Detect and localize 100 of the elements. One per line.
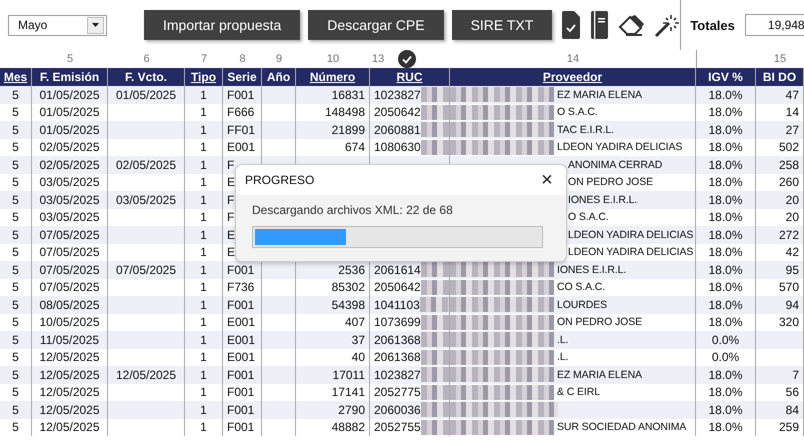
column-number: 7 <box>200 53 208 65</box>
issue-date-cell: 02/05/2025 <box>32 156 108 174</box>
series-cell: F001 <box>223 418 262 436</box>
month-cell: 5 <box>0 121 32 138</box>
base-amount-cell: 27 <box>756 121 804 138</box>
month-select[interactable]: Mayo <box>8 14 107 36</box>
type-cell: 1 <box>185 418 223 436</box>
supplier-cell: LDEON YADIRA DELICIAS <box>568 246 694 258</box>
supplier-cell: .L. <box>557 334 568 346</box>
base-amount-cell: 95 <box>756 261 804 278</box>
month-cell: 5 <box>0 86 32 104</box>
number-cell: 48882 <box>296 418 370 436</box>
igv-cell: 18.0% <box>696 156 756 174</box>
issue-date-cell: 07/05/2025 <box>32 226 108 244</box>
due-date-cell: 01/05/2025 <box>108 86 185 104</box>
column-number: 10 <box>326 53 340 65</box>
base-amount-cell: 94 <box>756 296 804 314</box>
number-cell: 37 <box>296 331 370 348</box>
due-date-cell: 07/05/2025 <box>108 261 185 278</box>
toolbar-button[interactable]: SIRE TXT <box>452 10 552 40</box>
supplier-cell: .L. <box>557 351 568 364</box>
issue-date-cell: 03/05/2025 <box>32 191 108 208</box>
ruc-cell: 2052775 <box>374 385 421 400</box>
close-button[interactable]: × <box>528 165 566 195</box>
toolbar-button[interactable]: Importar propuesta <box>144 10 300 40</box>
igv-cell: 18.0% <box>696 418 756 436</box>
number-cell: 16831 <box>296 86 370 104</box>
issue-date-cell: 12/05/2025 <box>32 418 108 436</box>
series-cell: F001 <box>223 401 262 418</box>
igv-cell: 18.0% <box>696 226 756 244</box>
number-cell: 2790 <box>296 401 370 418</box>
base-amount-cell: 84 <box>756 401 804 418</box>
number-cell: 54398 <box>296 296 370 314</box>
due-date-cell: 03/05/2025 <box>108 191 185 208</box>
igv-cell: 18.0% <box>696 401 756 418</box>
month-cell: 5 <box>0 401 32 418</box>
due-date-cell: 12/05/2025 <box>108 366 185 384</box>
type-cell: 1 <box>185 331 223 348</box>
igv-cell: 18.0% <box>696 261 756 278</box>
issue-date-cell: 01/05/2025 <box>32 86 108 104</box>
column-number: 14 <box>566 53 580 65</box>
toolbar-button[interactable]: Descargar CPE <box>308 10 444 40</box>
issue-date-cell: 11/05/2025 <box>32 331 108 348</box>
ruc-cell: 2061614 <box>374 262 421 277</box>
type-cell: 1 <box>185 156 223 174</box>
supplier-cell: ON PEDRO JOSE <box>557 316 642 328</box>
ruc-cell: 1073699 <box>374 315 421 330</box>
ruc-cell: 2052755 <box>374 420 421 434</box>
eraser-icon[interactable] <box>618 14 646 36</box>
series-cell: F001 <box>223 86 262 104</box>
column-number: 15 <box>774 53 786 65</box>
base-amount-cell: 258 <box>756 156 804 174</box>
supplier-cell: CO S.A.C. <box>557 281 606 294</box>
column-number: 13 <box>372 53 384 65</box>
due-date-cell: 02/05/2025 <box>108 156 185 174</box>
month-cell: 5 <box>0 296 32 314</box>
base-amount-cell: 47 <box>756 86 804 104</box>
ruc-cell: 1023827 <box>374 368 421 382</box>
month-cell: 5 <box>0 418 32 436</box>
supplier-cell: ON PEDRO JOSE <box>568 176 654 188</box>
column-number: 8 <box>239 53 246 65</box>
supplier-cell: EZ MARIA ELENA <box>557 88 642 101</box>
issue-date-cell: 12/05/2025 <box>32 401 108 418</box>
column-number: 9 <box>276 53 282 65</box>
igv-cell: 18.0% <box>696 191 756 208</box>
ruc-cell: 2050642 <box>374 105 421 120</box>
type-cell: 1 <box>185 191 223 208</box>
document-check-icon[interactable] <box>561 10 582 40</box>
type-cell: 1 <box>185 121 223 138</box>
magic-wand-icon[interactable] <box>654 12 680 38</box>
type-cell: 1 <box>185 366 223 384</box>
base-amount-cell: 20 <box>756 191 804 208</box>
igv-cell: 18.0% <box>696 296 756 314</box>
base-amount-cell: 272 <box>756 226 804 244</box>
totals-label: Totales <box>690 18 735 32</box>
igv-cell: 18.0% <box>696 86 756 104</box>
ruc-cell: 2061368 <box>374 350 421 364</box>
ruc-cell: 2060036 <box>374 402 421 417</box>
supplier-cell: & C EIRL <box>557 386 600 398</box>
type-cell: 1 <box>185 401 223 418</box>
column-number: 6 <box>143 53 150 65</box>
type-cell: 1 <box>185 296 223 314</box>
type-cell: 1 <box>185 86 223 104</box>
igv-cell: 18.0% <box>696 366 756 384</box>
ruc-cell: 1041103 <box>374 298 420 312</box>
month-cell: 5 <box>0 156 32 174</box>
issue-date-cell: 08/05/2025 <box>32 296 108 314</box>
base-amount-cell: 259 <box>756 418 804 436</box>
month-cell: 5 <box>0 331 32 348</box>
ruc-cell: 1080630 <box>374 140 421 154</box>
supplier-cell: IONES E.I.R.L. <box>568 194 638 206</box>
series-cell: F001 <box>223 296 262 314</box>
supplier-cell: TAC E.I.R.L. <box>557 124 614 136</box>
supplier-cell: LDEON YADIRA DELICIAS <box>568 228 694 241</box>
month-cell: 5 <box>0 191 32 208</box>
caret-icon <box>92 23 99 27</box>
ruc-cell: 2060881 <box>374 122 421 137</box>
totals-field: 19,948 <box>744 14 804 36</box>
book-icon[interactable] <box>590 10 610 40</box>
issue-date-cell: 07/05/2025 <box>32 261 108 278</box>
